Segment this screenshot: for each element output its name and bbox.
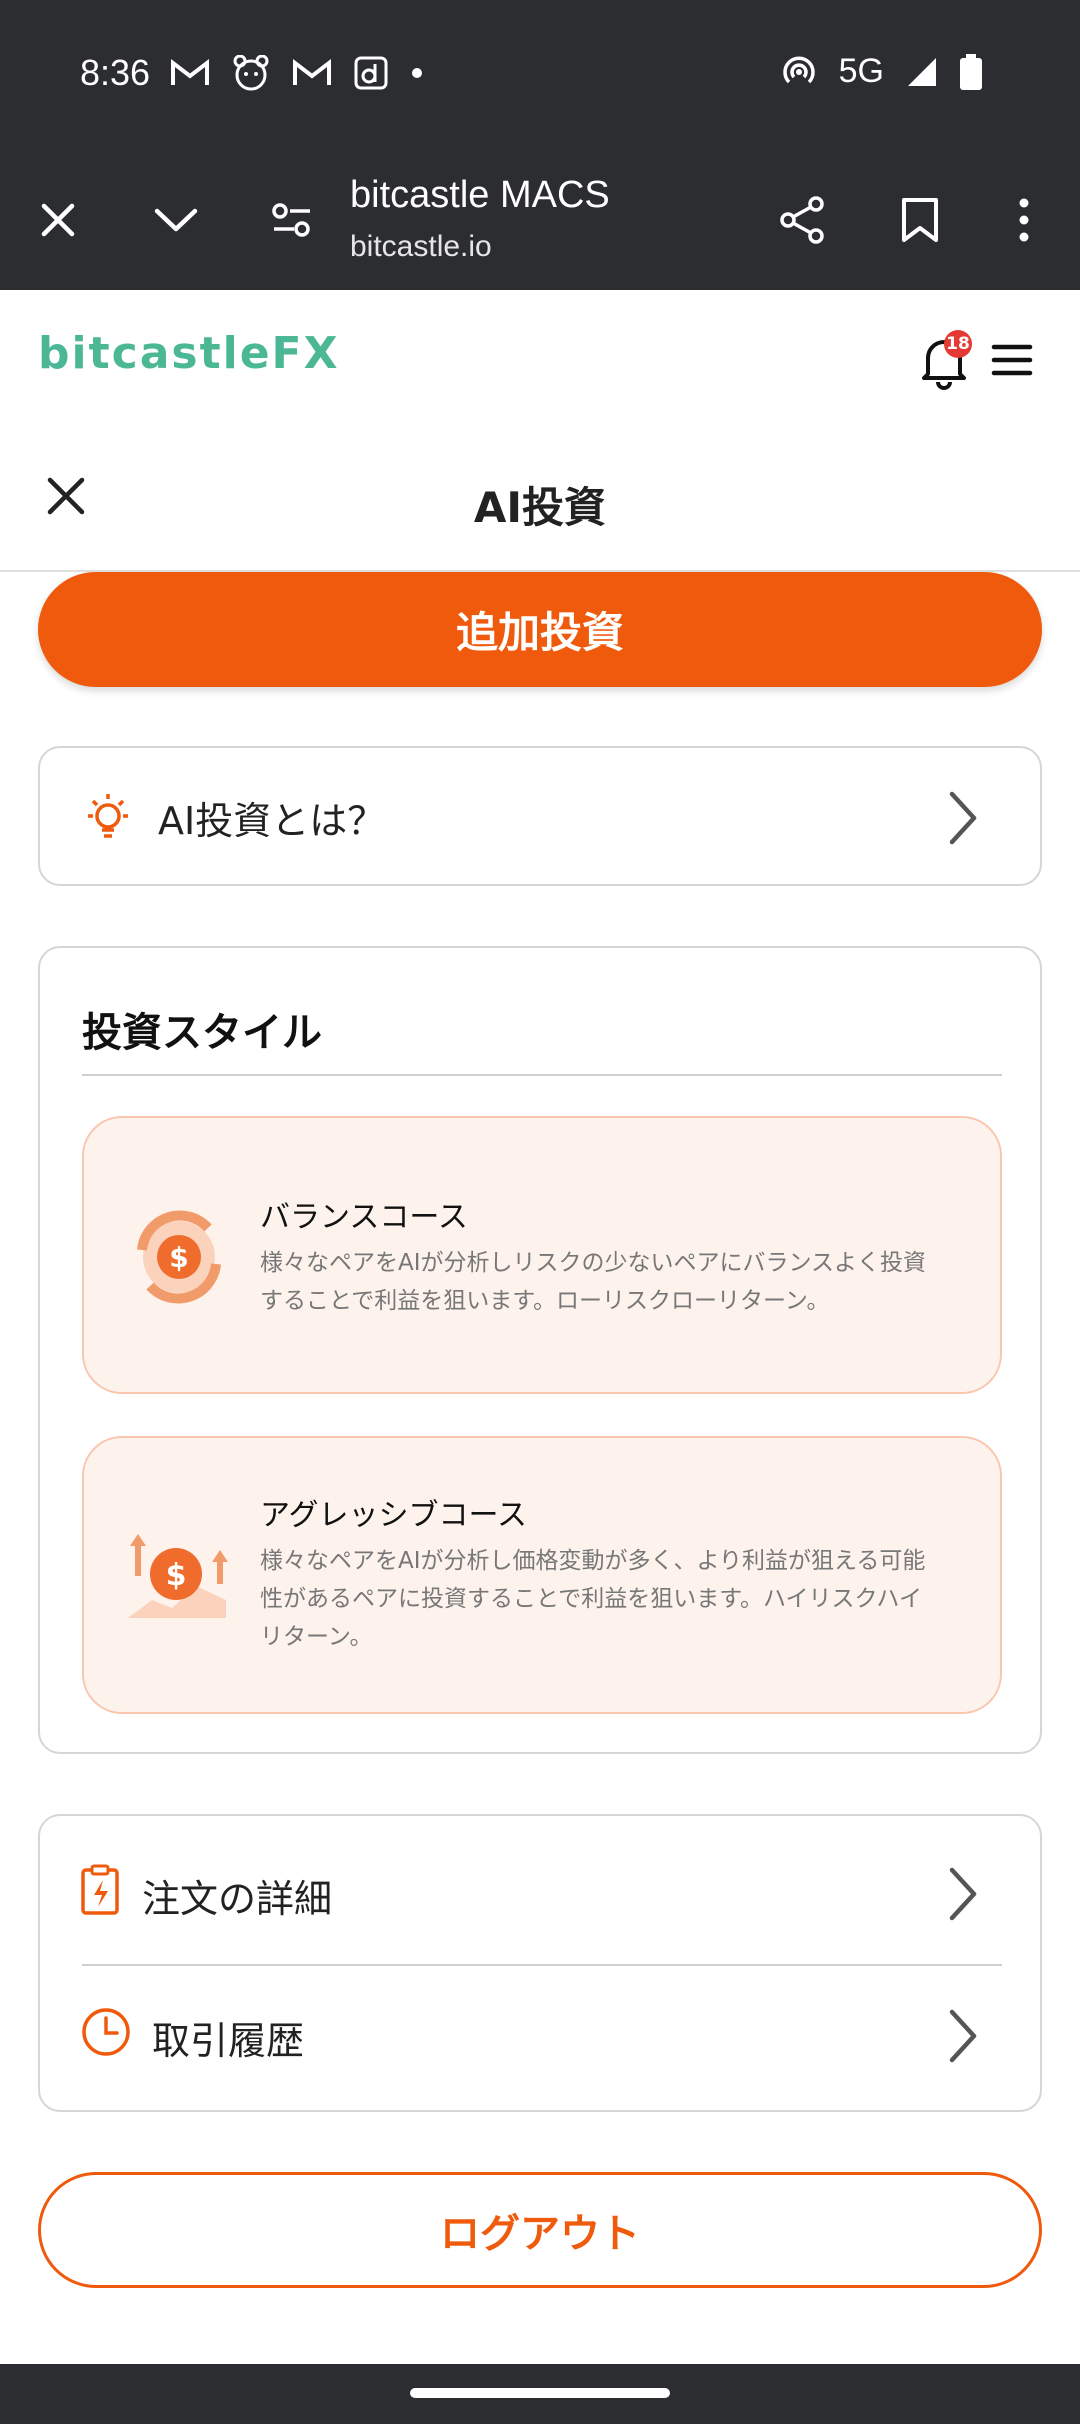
signal-icon	[908, 57, 936, 86]
add-investment-button[interactable]: 追加投資	[38, 572, 1042, 687]
balance-course-option[interactable]: $ バランスコース 様々なペアをAIが分析しリスクの少ないペアにバランスよく投資…	[82, 1116, 1002, 1394]
page-title: AI投資	[473, 483, 607, 532]
growth-coin-icon: $	[128, 1534, 228, 1618]
hotspot-icon	[782, 55, 815, 83]
gmail-icon	[293, 58, 331, 85]
status-right: 5G	[781, 52, 982, 91]
chevron-right-icon	[949, 2009, 977, 2063]
close-tab-icon[interactable]	[28, 190, 88, 250]
course-desc-line: することで利益を狙います。ローリスクローリターン。	[260, 1288, 830, 1314]
course-desc-line: 様々なペアをAIが分析しリスクの少ないペアにバランスよく投資	[260, 1250, 927, 1276]
home-gesture-handle[interactable]	[410, 2388, 670, 2398]
investment-style-card: 投資スタイル $ バランスコース 様々なペアをAIが分析しリスクの少ないペアにバ…	[38, 946, 1042, 1754]
order-details-label: 注文の詳細	[142, 1877, 333, 1921]
svg-text:$: $	[169, 1241, 188, 1274]
balance-exchange-icon: $	[137, 1210, 221, 1304]
chevron-right-icon	[949, 791, 977, 845]
chevron-right-icon	[949, 1867, 977, 1921]
order-details-link[interactable]: 注文の詳細	[40, 1824, 1044, 1962]
svg-text:$: $	[166, 1558, 187, 1593]
aggressive-course-option[interactable]: $ アグレッシブコース 様々なペアをAIが分析し価格変動が多く、より利益が狙える…	[82, 1436, 1002, 1714]
divider	[82, 1074, 1002, 1076]
notification-badge: 18	[944, 330, 972, 358]
status-notification-icons	[170, 55, 424, 91]
lightbulb-icon	[88, 794, 128, 838]
course-desc-line: リターン。	[260, 1624, 373, 1650]
d-app-icon	[354, 56, 388, 90]
bitcastle-logo[interactable]: bitcastleFX	[38, 328, 340, 379]
page-header: AI投資	[0, 430, 1080, 572]
course-desc-line: 性があるペアに投資することで利益を狙います。ハイリスクハイ	[260, 1586, 922, 1612]
course-name: バランスコース	[260, 1200, 468, 1235]
logo-text: bitcastle	[38, 328, 272, 379]
chevron-down-icon[interactable]	[146, 190, 206, 250]
battery-icon	[960, 53, 982, 90]
logout-button[interactable]: ログアウト	[38, 2172, 1042, 2288]
site-settings-icon[interactable]	[262, 190, 322, 250]
about-ai-investment-label: AI投資とは？	[158, 799, 386, 843]
course-description: 様々なペアをAIが分析しリスクの少ないペアにバランスよく投資 することで利益を狙…	[260, 1244, 960, 1320]
clipboard-lightning-icon	[81, 1864, 119, 1915]
about-ai-investment-link[interactable]: AI投資とは？	[38, 746, 1042, 886]
app-header: bitcastleFX	[0, 290, 1080, 420]
status-time: 8:36	[80, 52, 151, 93]
network-type: 5G	[838, 52, 884, 90]
trade-history-label: 取引履歴	[152, 2019, 305, 2063]
more-options-icon[interactable]	[994, 190, 1054, 250]
browser-toolbar: bitcastle MACS bitcastle.io	[0, 150, 1080, 290]
course-desc-line: 様々なペアをAIが分析し価格変動が多く、より利益が狙える可能	[260, 1548, 926, 1574]
share-icon[interactable]	[772, 190, 832, 250]
browser-url[interactable]: bitcastle.io	[350, 230, 492, 264]
gmail-icon	[171, 58, 209, 85]
hamburger-menu-icon[interactable]	[990, 338, 1034, 382]
browser-page-title: bitcastle MACS	[350, 174, 610, 216]
course-name: アグレッシブコース	[260, 1498, 527, 1533]
clock-icon	[82, 2008, 130, 2056]
cat-face-icon	[233, 55, 269, 91]
investment-style-title: 投資スタイル	[82, 1010, 322, 1056]
bookmark-icon[interactable]	[890, 190, 950, 250]
trade-history-link[interactable]: 取引履歴	[40, 1966, 1044, 2104]
dot-icon	[412, 68, 422, 78]
logo-fx: FX	[271, 328, 340, 379]
status-bar: 8:36 5G	[0, 0, 1080, 150]
links-card: 注文の詳細 取引履歴	[38, 1814, 1042, 2112]
navigation-bar	[0, 2364, 1080, 2424]
course-description: 様々なペアをAIが分析し価格変動が多く、より利益が狙える可能 性があるペアに投資…	[260, 1542, 960, 1656]
